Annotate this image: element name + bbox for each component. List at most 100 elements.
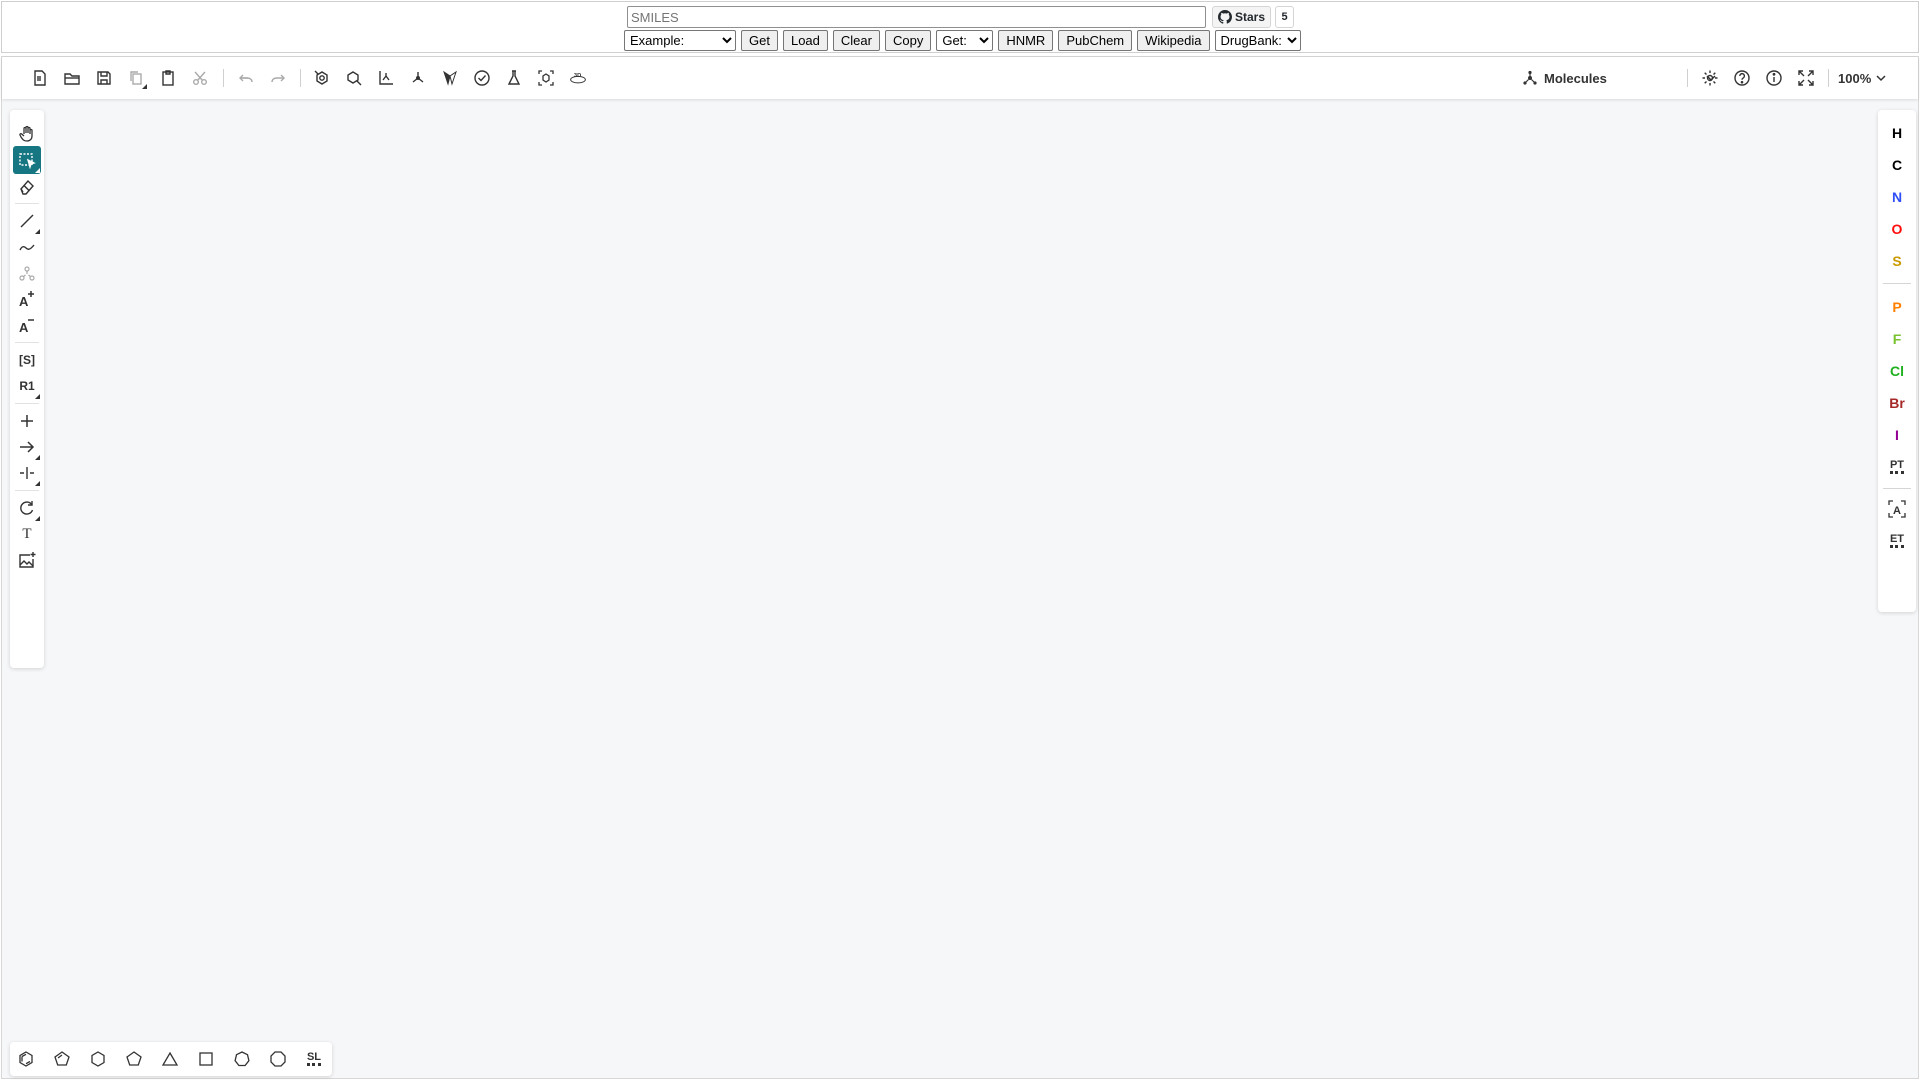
about-icon[interactable] bbox=[1762, 66, 1786, 90]
save-icon[interactable] bbox=[92, 66, 116, 90]
molecules-icon bbox=[1523, 70, 1537, 85]
rgroup-more-corner bbox=[35, 394, 40, 399]
atom-s-label: S bbox=[1892, 253, 1902, 269]
get-format-select[interactable]: Get: bbox=[936, 30, 994, 51]
atoms-toolbar: H C N O S P F Cl Br I PT A ET bbox=[1878, 110, 1916, 612]
periodic-table-button[interactable]: PT bbox=[1882, 454, 1912, 480]
atom-cl-button[interactable]: Cl bbox=[1882, 358, 1912, 384]
toolbar-separator bbox=[1828, 69, 1829, 87]
copy-more-corner bbox=[142, 84, 147, 89]
sgroup-tool[interactable]: [S] bbox=[13, 346, 41, 374]
benzene-icon[interactable] bbox=[15, 1048, 37, 1070]
get-button[interactable]: Get bbox=[741, 30, 778, 51]
periodic-table-label: PT bbox=[1889, 460, 1905, 474]
rotate-icon[interactable] bbox=[13, 494, 41, 522]
add-image-icon[interactable] bbox=[13, 546, 41, 574]
reaction-arrow-icon[interactable] bbox=[13, 433, 41, 461]
load-button[interactable]: Load bbox=[782, 30, 828, 51]
cyclooctane-icon[interactable] bbox=[267, 1048, 289, 1070]
actions-row: Example: Get Load Clear Copy Get: HNMR P… bbox=[624, 30, 1301, 51]
analyse-icon[interactable] bbox=[502, 66, 526, 90]
open-file-icon[interactable] bbox=[60, 66, 84, 90]
undo-icon[interactable] bbox=[234, 66, 258, 90]
any-atom-icon[interactable]: A bbox=[1882, 496, 1912, 522]
drugbank-select[interactable]: DrugBank: bbox=[1214, 30, 1301, 51]
pubchem-button[interactable]: PubChem bbox=[1058, 30, 1133, 51]
settings-icon[interactable] bbox=[1698, 66, 1722, 90]
cycloheptane-icon[interactable] bbox=[231, 1048, 253, 1070]
stereo-icon[interactable] bbox=[438, 66, 462, 90]
structure-library-label: SL bbox=[306, 1052, 322, 1066]
aromatize-icon[interactable] bbox=[310, 66, 334, 90]
text-tool[interactable]: T bbox=[13, 520, 41, 548]
cyclopropane-icon[interactable] bbox=[159, 1048, 181, 1070]
copy-icon[interactable] bbox=[124, 66, 148, 90]
rgroup-label: R1 bbox=[19, 379, 35, 393]
github-stars-count[interactable]: 5 bbox=[1275, 6, 1295, 28]
smiles-input[interactable] bbox=[627, 6, 1206, 28]
single-bond-icon[interactable] bbox=[13, 207, 41, 235]
cyclobutane-icon[interactable] bbox=[195, 1048, 217, 1070]
example-select[interactable]: Example: bbox=[624, 30, 736, 51]
reaction-mapping-icon[interactable] bbox=[13, 459, 41, 487]
extended-table-button[interactable]: ET bbox=[1882, 528, 1912, 554]
atom-i-button[interactable]: I bbox=[1882, 422, 1912, 448]
left-separator bbox=[15, 490, 39, 491]
drawing-canvas[interactable] bbox=[52, 105, 1872, 1035]
clear-button[interactable]: Clear bbox=[832, 30, 880, 51]
select-rectangle-icon[interactable] bbox=[13, 146, 41, 174]
clean-up-icon[interactable] bbox=[374, 66, 398, 90]
charge-plus-icon[interactable]: A bbox=[13, 285, 41, 313]
structure-library-button[interactable]: SL bbox=[303, 1048, 325, 1070]
smiles-row: Stars 5 bbox=[627, 6, 1295, 28]
svg-text:3D: 3D bbox=[574, 73, 581, 79]
ketcher-editor: 3D Molecules 100% A A [S] R1 T H C N O S… bbox=[1, 56, 1919, 1079]
atom-f-button[interactable]: F bbox=[1882, 326, 1912, 352]
cyclopentadiene-icon[interactable] bbox=[51, 1048, 73, 1070]
calculate-icon[interactable] bbox=[406, 66, 430, 90]
github-stars-label: Stars bbox=[1235, 10, 1266, 24]
atom-s-button[interactable]: S bbox=[1882, 248, 1912, 274]
fullscreen-icon[interactable] bbox=[1794, 66, 1818, 90]
check-structure-icon[interactable] bbox=[470, 66, 494, 90]
redo-icon[interactable] bbox=[266, 66, 290, 90]
select-fragments-icon[interactable] bbox=[534, 66, 558, 90]
github-stars-button[interactable]: Stars bbox=[1212, 6, 1272, 28]
sgroup-label: [S] bbox=[19, 353, 35, 367]
monomer-icon[interactable] bbox=[13, 259, 41, 287]
atom-n-button[interactable]: N bbox=[1882, 184, 1912, 210]
left-separator bbox=[15, 403, 39, 404]
cyclopentane-icon[interactable] bbox=[123, 1048, 145, 1070]
wikipedia-button[interactable]: Wikipedia bbox=[1137, 30, 1210, 51]
svg-text:A: A bbox=[19, 294, 29, 308]
atom-h-button[interactable]: H bbox=[1882, 120, 1912, 146]
eraser-icon[interactable] bbox=[13, 172, 41, 200]
atom-cl-label: Cl bbox=[1890, 363, 1904, 379]
cut-icon[interactable] bbox=[188, 66, 212, 90]
charge-minus-icon[interactable]: A bbox=[13, 311, 41, 339]
github-icon bbox=[1218, 10, 1232, 24]
rgroup-tool[interactable]: R1 bbox=[13, 372, 41, 400]
hand-icon[interactable] bbox=[13, 120, 41, 148]
atom-br-label: Br bbox=[1889, 395, 1905, 411]
reaction-plus-icon[interactable] bbox=[13, 407, 41, 435]
3d-view-icon[interactable]: 3D bbox=[566, 66, 590, 90]
atom-c-label: C bbox=[1891, 157, 1903, 173]
copy-button[interactable]: Copy bbox=[884, 30, 932, 51]
hnmr-button[interactable]: HNMR bbox=[998, 30, 1054, 51]
svg-text:A: A bbox=[19, 320, 29, 334]
top-toolbar: 3D Molecules 100% bbox=[2, 57, 1918, 99]
atom-o-label: O bbox=[1891, 221, 1903, 237]
chain-icon[interactable] bbox=[13, 233, 41, 261]
atom-c-button[interactable]: C bbox=[1882, 152, 1912, 178]
atom-p-button[interactable]: P bbox=[1882, 294, 1912, 320]
zoom-label: 100% bbox=[1838, 70, 1872, 86]
paste-icon[interactable] bbox=[156, 66, 180, 90]
atom-br-button[interactable]: Br bbox=[1882, 390, 1912, 416]
layout-icon[interactable] bbox=[342, 66, 366, 90]
help-icon[interactable] bbox=[1730, 66, 1754, 90]
new-file-icon[interactable] bbox=[28, 66, 52, 90]
cyclohexane-icon[interactable] bbox=[87, 1048, 109, 1070]
atom-o-button[interactable]: O bbox=[1882, 216, 1912, 242]
zoom-dropdown[interactable]: 100% bbox=[1838, 67, 1887, 89]
